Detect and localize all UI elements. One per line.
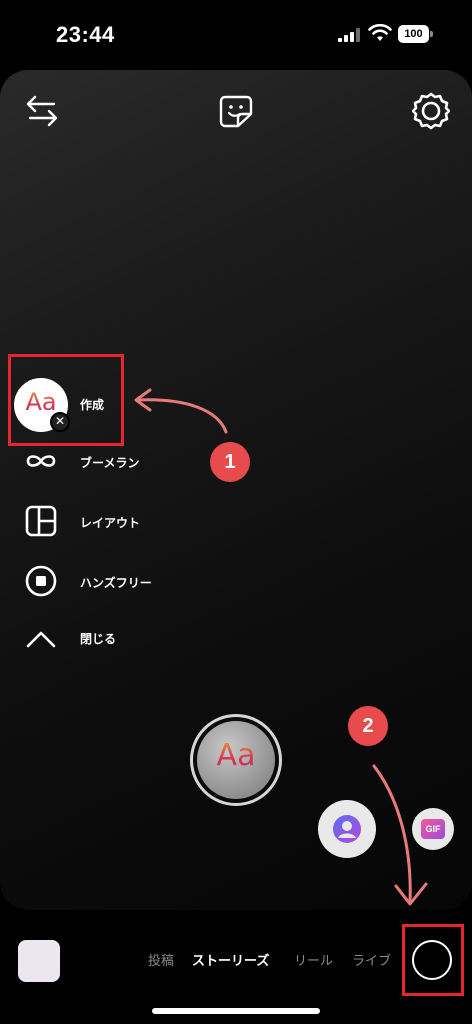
menu-item-hands-free[interactable]: ハンズフリー (0, 552, 200, 612)
infinity-icon (26, 455, 56, 467)
cellular-signal-icon (338, 28, 360, 42)
hands-free-icon (25, 565, 57, 597)
status-time: 23:44 (56, 22, 115, 47)
settings-icon[interactable] (412, 92, 450, 130)
menu-item-layout[interactable]: レイアウト (0, 492, 200, 552)
shutter-label: Aa (197, 738, 275, 773)
gif-effect-button[interactable]: GIF (412, 808, 454, 850)
tab-post[interactable]: 投稿 (148, 950, 174, 969)
home-indicator[interactable] (152, 1008, 320, 1014)
avatar-effect-icon (333, 815, 361, 843)
menu-label-hands-free: ハンズフリー (80, 576, 152, 590)
highlight-box-camera (402, 924, 464, 996)
step-badge-2: 2 (348, 706, 388, 746)
menu-label-close: 閉じる (80, 632, 117, 646)
highlight-box-create (8, 354, 124, 446)
gallery-thumbnail[interactable] (18, 940, 60, 982)
menu-label-layout: レイアウト (80, 516, 141, 530)
layout-icon (25, 505, 57, 537)
arrow-annotation-1 (134, 388, 228, 434)
avatar-effect-button[interactable] (318, 800, 376, 858)
wifi-icon (368, 24, 392, 41)
gif-effect-icon: GIF (421, 819, 445, 839)
menu-item-close[interactable]: 閉じる (0, 610, 200, 670)
battery-level: 100 (398, 25, 429, 43)
tab-reels[interactable]: リール (294, 950, 333, 969)
tab-live[interactable]: ライブ (352, 950, 391, 969)
step-badge-1: 1 (210, 442, 250, 482)
status-bar: 23:44 100 (0, 0, 472, 64)
tab-stories[interactable]: ストーリーズ (192, 950, 269, 969)
chevron-up-icon (26, 631, 56, 648)
swap-icon[interactable] (24, 94, 60, 128)
sticker-icon[interactable] (218, 94, 254, 128)
menu-label-boomerang: ブーメラン (80, 456, 140, 470)
battery-icon: 100 (398, 25, 434, 43)
